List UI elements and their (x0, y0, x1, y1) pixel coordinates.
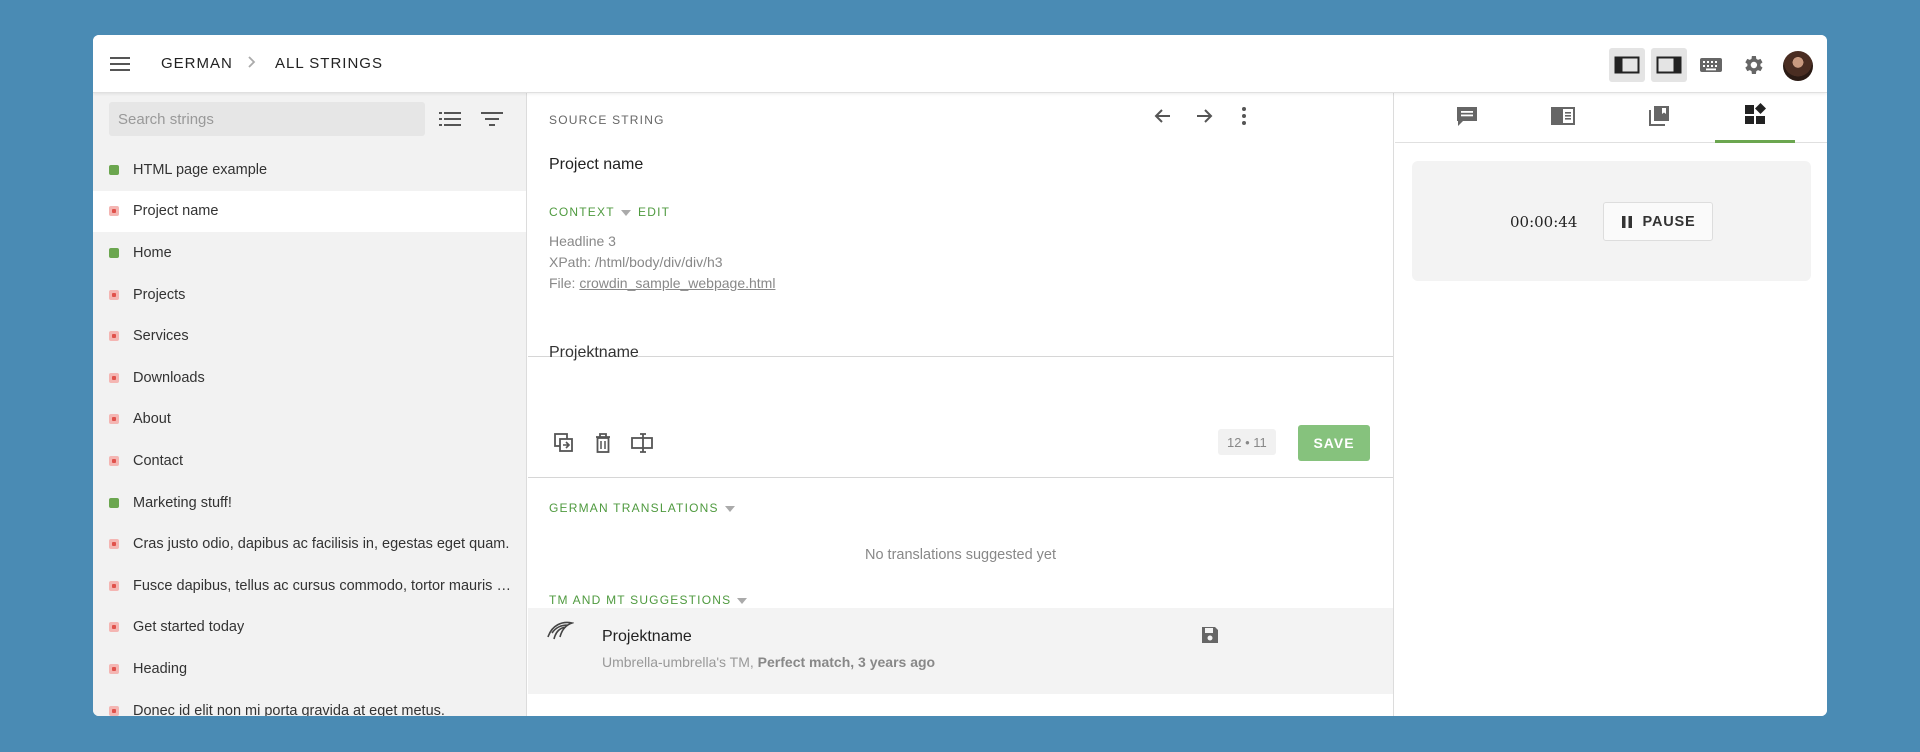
status-untranslated-icon (109, 372, 119, 383)
pause-icon (1621, 215, 1633, 229)
avatar[interactable] (1783, 51, 1813, 81)
context-xpath: XPath: /html/body/div/div/h3 (549, 254, 723, 270)
list-item[interactable]: Donec id elit non mi porta gravida at eg… (93, 690, 526, 716)
copy-source-icon[interactable] (549, 428, 579, 458)
edit-context-link[interactable]: EDIT (638, 205, 670, 219)
toggle-left-panel-icon[interactable] (1609, 48, 1645, 82)
tm-suggestions-toggle[interactable]: TM AND MT SUGGESTIONS (549, 593, 748, 607)
status-translated-icon (109, 247, 119, 258)
trash-icon[interactable] (588, 428, 618, 458)
status-untranslated-icon (109, 663, 119, 674)
list-item[interactable]: Cras justo odio, dapibus ac facilisis in… (93, 523, 526, 565)
text-cursor-icon[interactable] (627, 428, 657, 458)
status-untranslated-icon (109, 414, 119, 425)
caret-down-icon (724, 505, 735, 512)
status-translated-icon (109, 164, 119, 175)
pause-button[interactable]: PAUSE (1603, 202, 1713, 241)
strings-list: HTML page example Project name Home Proj… (93, 149, 526, 716)
list-item[interactable]: Projects (93, 274, 526, 316)
tab-comments[interactable] (1427, 93, 1507, 143)
tm-suggestion-row[interactable]: Projektname Umbrella-umbrella's TM, Perf… (528, 608, 1393, 694)
filter-icon[interactable] (477, 105, 507, 133)
list-item[interactable]: Downloads (93, 357, 526, 399)
timer-panel: 00:00:44 PAUSE (1412, 161, 1811, 281)
top-bar: GERMAN ALL STRINGS (93, 35, 1827, 93)
side-tools-panel: 00:00:44 PAUSE (1395, 93, 1827, 716)
search-input[interactable] (109, 102, 425, 136)
status-translated-icon (109, 497, 119, 508)
status-untranslated-icon (109, 622, 119, 633)
source-text: Project name (549, 156, 644, 173)
toggle-right-panel-icon[interactable] (1651, 48, 1687, 82)
editor-window: GERMAN ALL STRINGS HTML page example P (93, 35, 1827, 716)
tab-glossary[interactable] (1523, 93, 1603, 143)
list-item[interactable]: HTML page example (93, 149, 526, 191)
list-item[interactable]: Marketing stuff! (93, 482, 526, 524)
translation-input[interactable]: Projektname (549, 344, 639, 362)
status-untranslated-icon (109, 289, 119, 300)
arrow-left-icon[interactable] (1148, 101, 1178, 131)
list-item[interactable]: Home (93, 232, 526, 274)
list-item[interactable]: Contact (93, 440, 526, 482)
more-vertical-icon[interactable] (1229, 101, 1259, 131)
source-string-label: SOURCE STRING (549, 113, 665, 127)
caret-down-icon (620, 209, 631, 216)
list-item[interactable]: Heading (93, 648, 526, 690)
divider (528, 356, 1393, 357)
book-icon (1550, 106, 1576, 131)
gear-icon[interactable] (1735, 48, 1771, 82)
save-floppy-icon[interactable] (1195, 620, 1225, 650)
tm-suggestion-meta: Umbrella-umbrella's TM, Perfect match, 3… (602, 654, 936, 670)
status-untranslated-icon (109, 705, 119, 716)
list-view-icon[interactable] (435, 105, 465, 133)
editor-panel: SOURCE STRING Project name CONTEXT EDIT … (528, 93, 1394, 716)
caret-down-icon (737, 597, 748, 604)
list-item[interactable]: About (93, 399, 526, 441)
save-button[interactable]: SAVE (1298, 425, 1370, 461)
german-translations-toggle[interactable]: GERMAN TRANSLATIONS (549, 501, 735, 515)
library-icon (1647, 104, 1671, 133)
context-file: File: crowdin_sample_webpage.html (549, 275, 776, 291)
breadcrumb-all-strings[interactable]: ALL STRINGS (275, 55, 383, 72)
timer-display: 00:00:44 (1510, 213, 1578, 231)
character-counter: 12 • 11 (1218, 429, 1276, 455)
status-untranslated-icon (109, 580, 119, 591)
list-item[interactable]: Fusce dapibus, tellus ac cursus commodo,… (93, 565, 526, 607)
file-link[interactable]: crowdin_sample_webpage.html (579, 275, 775, 291)
context-toggle[interactable]: CONTEXT (549, 205, 631, 219)
list-item[interactable]: Services (93, 315, 526, 357)
strings-panel: HTML page example Project name Home Proj… (93, 93, 527, 716)
tab-apps[interactable] (1715, 93, 1795, 143)
context-headline: Headline 3 (549, 233, 616, 249)
status-untranslated-icon (109, 331, 119, 342)
arrow-right-icon[interactable] (1189, 101, 1219, 131)
umbrella-tm-icon (545, 616, 575, 646)
divider (528, 477, 1393, 478)
status-untranslated-icon (109, 455, 119, 466)
tab-translation-memory[interactable] (1619, 93, 1699, 143)
tm-suggestion-text: Projektname (602, 628, 692, 645)
widgets-icon (1743, 102, 1767, 131)
status-untranslated-icon (109, 539, 119, 550)
menu-icon[interactable] (107, 50, 135, 78)
status-untranslated-icon (109, 206, 119, 217)
list-item-selected[interactable]: Project name (93, 190, 526, 233)
breadcrumb-language[interactable]: GERMAN (161, 55, 233, 72)
list-item[interactable]: Get started today (93, 607, 526, 649)
no-translations-text: No translations suggested yet (864, 547, 1057, 563)
side-tabs (1395, 93, 1827, 143)
keyboard-icon[interactable] (1693, 48, 1729, 82)
comment-icon (1455, 105, 1479, 132)
chevron-right-icon (245, 52, 259, 77)
